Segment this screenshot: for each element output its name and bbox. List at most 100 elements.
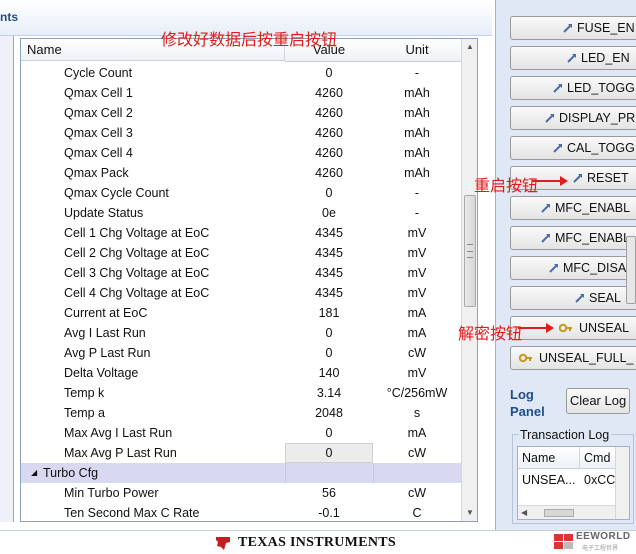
table-row[interactable]: Cell 3 Chg Voltage at EoC 4345 mV (21, 263, 461, 283)
command-button-label: DISPLAY_PR (559, 111, 636, 125)
param-unit: °C/256mW (386, 386, 448, 400)
annotation-arrow-reset-icon (532, 176, 568, 186)
param-value[interactable]: 4345 (285, 283, 373, 303)
log-horizontal-scrollbar[interactable]: ◀ (518, 505, 616, 519)
table-row[interactable]: Ten Second Max C Rate -0.1 C (21, 503, 461, 521)
param-value[interactable]: 4345 (285, 223, 373, 243)
param-unit: mV (407, 266, 427, 280)
param-value[interactable]: 4260 (285, 83, 373, 103)
group-name: Turbo Cfg (43, 466, 99, 480)
send-command-icon (575, 294, 584, 303)
param-value[interactable]: 3.14 (285, 383, 373, 403)
param-unit: mAh (404, 126, 430, 140)
param-value[interactable]: 0 (285, 323, 373, 343)
transaction-log-table[interactable]: Name Cmd UNSEA... 0xCC ◀ (517, 446, 630, 520)
grid-vertical-scrollbar[interactable]: ▲ ▼ (461, 39, 477, 521)
command-button[interactable]: FUSE_EN (510, 16, 636, 40)
command-button-label: UNSEAL (579, 321, 630, 335)
param-value[interactable]: 0 (285, 183, 373, 203)
param-name: Max Avg P Last Run (64, 446, 177, 460)
table-row[interactable]: Qmax Cell 3 4260 mAh (21, 123, 461, 143)
command-button[interactable]: MFC_DISAI (510, 256, 636, 280)
param-value[interactable]: 181 (285, 303, 373, 323)
param-value[interactable]: 140 (285, 363, 373, 383)
table-row[interactable]: Cell 2 Chg Voltage at EoC 4345 mV (21, 243, 461, 263)
param-name: Delta Voltage (64, 366, 139, 380)
param-name: Qmax Cell 1 (64, 86, 133, 100)
param-value[interactable]: 0 (285, 343, 373, 363)
param-unit: cW (407, 346, 427, 360)
param-unit: C (412, 506, 422, 520)
table-row[interactable]: Qmax Pack 4260 mAh (21, 163, 461, 183)
param-value[interactable]: 4260 (285, 163, 373, 183)
table-row[interactable]: Qmax Cycle Count 0 - (21, 183, 461, 203)
table-row[interactable]: Delta Voltage 140 mV (21, 363, 461, 383)
log-vertical-scrollbar[interactable] (615, 447, 629, 519)
param-value[interactable]: 4260 (285, 143, 373, 163)
command-button[interactable]: CAL_TOGG (510, 136, 636, 160)
param-unit: cW (407, 446, 427, 460)
table-row[interactable]: Temp k 3.14 °C/256mW (21, 383, 461, 403)
table-row[interactable]: Update Status 0e - (21, 203, 461, 223)
table-row[interactable]: Cell 1 Chg Voltage at EoC 4345 mV (21, 223, 461, 243)
log-panel-label: Log Panel (510, 387, 545, 419)
table-row[interactable]: Cell 4 Chg Voltage at EoC 4345 mV (21, 283, 461, 303)
param-name: Cell 3 Chg Voltage at EoC (64, 266, 210, 280)
param-name: Current at EoC (64, 306, 148, 320)
grip-icon (467, 244, 473, 258)
command-button[interactable]: LED_TOGG (510, 76, 636, 100)
param-value[interactable]: 4260 (285, 103, 373, 123)
param-unit: mA (407, 326, 427, 340)
table-row[interactable]: Avg P Last Run 0 cW (21, 343, 461, 363)
table-row[interactable]: Qmax Cell 4 4260 mAh (21, 143, 461, 163)
table-row[interactable]: Min Turbo Power 56 cW (21, 483, 461, 503)
table-row[interactable]: Avg I Last Run 0 mA (21, 323, 461, 343)
annotation-reset: 重启按钮 (474, 178, 539, 195)
log-cell-name[interactable]: UNSEA... (518, 469, 580, 491)
param-value[interactable]: 4345 (285, 263, 373, 283)
param-value[interactable]: 0 (285, 63, 373, 83)
command-button[interactable]: MFC_ENABL (510, 196, 636, 220)
scroll-down-arrow-icon[interactable]: ▼ (462, 505, 477, 521)
annotation-unseal: 解密按钮 (458, 326, 523, 343)
send-command-icon (573, 174, 582, 183)
table-row[interactable]: Qmax Cell 1 4260 mAh (21, 83, 461, 103)
scroll-thumb[interactable] (464, 195, 476, 307)
column-header-unit[interactable]: Unit (373, 39, 462, 62)
watermark-subtext: 电子工程世界 (582, 546, 619, 552)
param-name: Qmax Cell 2 (64, 106, 133, 120)
param-name: Temp a (64, 406, 105, 420)
log-column-name[interactable]: Name (518, 447, 580, 469)
data-flash-grid[interactable]: Name Value Unit Cycle Count 0- Qmax Cell 1… (20, 38, 478, 522)
group-row-turbo-cfg[interactable]: ◢ Turbo Cfg (21, 463, 461, 483)
clear-log-button[interactable]: Clear Log (566, 388, 630, 414)
scroll-left-arrow-icon[interactable]: ◀ (521, 508, 527, 517)
log-column-cmd[interactable]: Cmd (580, 447, 620, 469)
param-value[interactable]: 0 (285, 423, 373, 443)
param-value[interactable]: 0 (285, 443, 373, 463)
scroll-up-arrow-icon[interactable]: ▲ (462, 39, 477, 55)
command-scrollbar[interactable] (626, 236, 636, 304)
param-value[interactable]: -0.1 (285, 503, 373, 521)
param-value[interactable]: 56 (285, 483, 373, 503)
command-button[interactable]: LED_EN (510, 46, 636, 70)
log-scroll-thumb[interactable] (544, 509, 574, 517)
table-row[interactable]: Max Avg P Last Run 0 cW (21, 443, 461, 463)
table-row[interactable]: Cycle Count 0 - (21, 63, 461, 83)
table-row[interactable]: Current at EoC 181 mA (21, 303, 461, 323)
table-row[interactable]: Temp a 2048 s (21, 403, 461, 423)
command-button[interactable]: SEAL (510, 286, 636, 310)
command-button[interactable]: DISPLAY_PR (510, 106, 636, 130)
param-value[interactable]: 4260 (285, 123, 373, 143)
param-unit: mA (407, 306, 427, 320)
command-button[interactable]: UNSEAL_FULL_ (510, 346, 636, 370)
table-row[interactable]: Max Avg I Last Run 0 mA (21, 423, 461, 443)
command-button[interactable]: MFC_ENABL (510, 226, 636, 250)
param-value[interactable]: 2048 (285, 403, 373, 423)
param-value[interactable]: 0e (285, 203, 373, 223)
param-name: Qmax Pack (64, 166, 129, 180)
param-unit: - (414, 66, 420, 80)
table-row[interactable]: Qmax Cell 2 4260 mAh (21, 103, 461, 123)
param-value[interactable]: 4345 (285, 243, 373, 263)
log-cell-cmd[interactable]: 0xCC (580, 469, 620, 491)
